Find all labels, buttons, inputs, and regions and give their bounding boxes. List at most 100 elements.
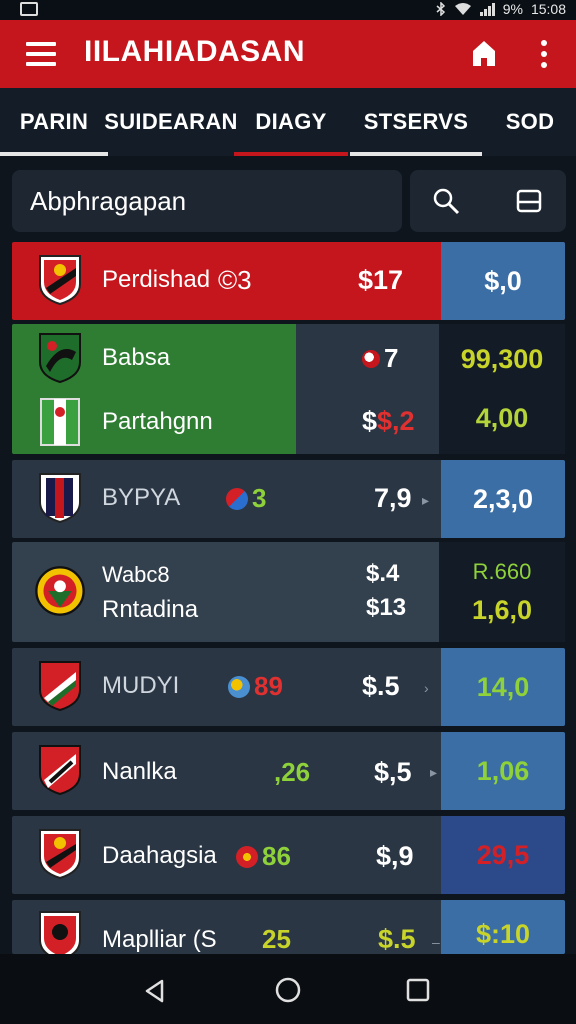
odds-cell[interactable]: $:10	[441, 900, 565, 954]
tab-label: STSERVS	[363, 109, 469, 134]
odds-value: R.660	[472, 558, 532, 584]
score-badge: 3	[226, 483, 266, 514]
ball-icon	[236, 845, 258, 868]
price-value[interactable]: $.5	[362, 671, 400, 702]
team-name: Daahagsia	[102, 842, 217, 869]
chevron-icon: ›	[424, 680, 429, 696]
match-row[interactable]: MUDYI 89 $.5 › 14,0	[12, 648, 565, 726]
score-value: 3	[252, 483, 267, 513]
team-name: Wabc8	[102, 562, 170, 587]
odds-value: 1,6,0	[471, 594, 533, 625]
price-value[interactable]: $17	[358, 265, 403, 296]
photo-icon	[20, 2, 38, 16]
score-value: 89	[254, 671, 283, 701]
tab-label: PARIN	[19, 109, 89, 134]
filter-icon[interactable]	[516, 188, 542, 214]
search-input[interactable]: Abphragapan	[12, 170, 402, 232]
team-name: Nanlka	[102, 758, 177, 785]
team-crest-icon	[39, 745, 81, 796]
bluetooth-icon	[436, 2, 445, 16]
match-row[interactable]: Babsa Partahgnn 7 $$,2 99,300 4,00	[12, 324, 565, 454]
odds-cell[interactable]: $,0	[441, 242, 565, 320]
home-circle-icon[interactable]	[274, 976, 302, 1004]
price-value[interactable]: $13	[366, 594, 406, 622]
search-icon[interactable]	[432, 187, 460, 215]
odds-cell[interactable]: 29,5	[441, 816, 565, 894]
team-crest-icon	[39, 333, 81, 384]
team-name: Maplliar (S	[102, 926, 217, 953]
odds-value: 29,5	[476, 839, 530, 870]
tab-label: DIAGY	[255, 109, 327, 134]
home-icon[interactable]	[470, 38, 498, 68]
app-title: IILAHIADASAN	[84, 35, 305, 68]
tab-diagy[interactable]: DIAGY	[234, 88, 348, 156]
menu-icon[interactable]	[26, 42, 56, 66]
team-crest-icon	[39, 911, 81, 954]
score-badge: 7	[362, 343, 398, 374]
match-row[interactable]: Maplliar (S 25 $.5 – $:10	[12, 900, 565, 954]
chevron-icon: –	[432, 934, 440, 950]
tab-sod[interactable]: SOD	[494, 88, 566, 156]
price-value[interactable]: $.5	[378, 924, 416, 954]
price-value[interactable]: 7,9	[374, 483, 412, 514]
team-name: Babsa	[102, 344, 171, 371]
app-bar: IILAHIADASAN	[0, 20, 576, 88]
status-time: 15:08	[530, 1, 566, 17]
system-nav-bar	[0, 954, 576, 1024]
tab-bar: PARIN SUIDEARAN DIAGY STSERVS SOD	[0, 88, 576, 156]
match-row[interactable]: Perdishad ©3 $17 $,0	[12, 242, 565, 320]
team-crest-icon	[39, 829, 81, 880]
ball-icon	[226, 487, 248, 510]
battery-level: 9%	[502, 1, 523, 17]
price-value[interactable]: $$,2	[362, 406, 415, 437]
tab-stservs[interactable]: STSERVS	[350, 88, 482, 156]
odds-cell[interactable]: 99,300 4,00	[439, 324, 565, 454]
match-row[interactable]: BYPYA 3 7,9 ▸ 2,3,0	[12, 460, 565, 538]
odds-value: 4,00	[475, 403, 529, 433]
search-placeholder: Abphragapan	[30, 186, 187, 216]
score-value: 7	[384, 343, 399, 373]
match-row[interactable]: Daahagsia 86 $,9 29,5	[12, 816, 565, 894]
ball-icon	[228, 675, 250, 698]
price-value[interactable]: $.4	[366, 560, 399, 588]
recents-icon[interactable]	[406, 978, 430, 1002]
odds-value: 1,06	[476, 755, 530, 786]
odds-value: 2,3,0	[472, 483, 534, 514]
team-crest-icon	[39, 661, 81, 712]
odds-cell[interactable]: 14,0	[441, 648, 565, 726]
back-icon[interactable]	[142, 978, 168, 1004]
score-badge: 89	[228, 671, 283, 702]
more-icon[interactable]	[538, 40, 550, 68]
match-row[interactable]: Wabc8 Rntadina $.4 $13 R.660 1,6,0	[12, 542, 565, 642]
price-value[interactable]: $,9	[376, 841, 414, 872]
team-name: BYPYA	[102, 484, 181, 511]
odds-value: $,0	[484, 265, 522, 296]
team-name: Partahgnn	[102, 408, 213, 435]
score-badge: ©3	[218, 265, 252, 295]
odds-cell[interactable]: 2,3,0	[441, 460, 565, 538]
status-icons: 9% 15:08	[436, 1, 566, 17]
match-row[interactable]: Nanlka ,26 $,5 ▸ 1,06	[12, 732, 565, 810]
chevron-icon: ▸	[422, 492, 430, 508]
chevron-icon: ▸	[430, 764, 438, 780]
ball-icon	[362, 349, 380, 368]
search-actions	[410, 170, 566, 232]
team-crest-icon	[40, 398, 80, 446]
team-crest-icon	[39, 255, 81, 306]
status-bar: 9% 15:08	[0, 0, 576, 20]
tab-label: SUIDEARAN	[104, 109, 238, 134]
odds-value: $:10	[475, 919, 531, 949]
odds-value: 14,0	[476, 671, 530, 702]
team-crest-icon	[35, 566, 85, 616]
tab-suidearan[interactable]: SUIDEARAN	[104, 88, 237, 156]
team-crest-icon	[39, 473, 81, 524]
score-badge: 86	[236, 841, 291, 872]
odds-cell[interactable]: R.660 1,6,0	[439, 542, 565, 642]
tab-parin[interactable]: PARIN	[0, 88, 108, 156]
team-name: Perdishad	[102, 266, 211, 293]
score-value: 86	[262, 841, 291, 871]
price-value-text: $,2	[377, 406, 415, 436]
odds-cell[interactable]: 1,06	[441, 732, 565, 810]
price-value[interactable]: $,5	[374, 757, 412, 788]
team-name: Rntadina	[102, 596, 199, 623]
